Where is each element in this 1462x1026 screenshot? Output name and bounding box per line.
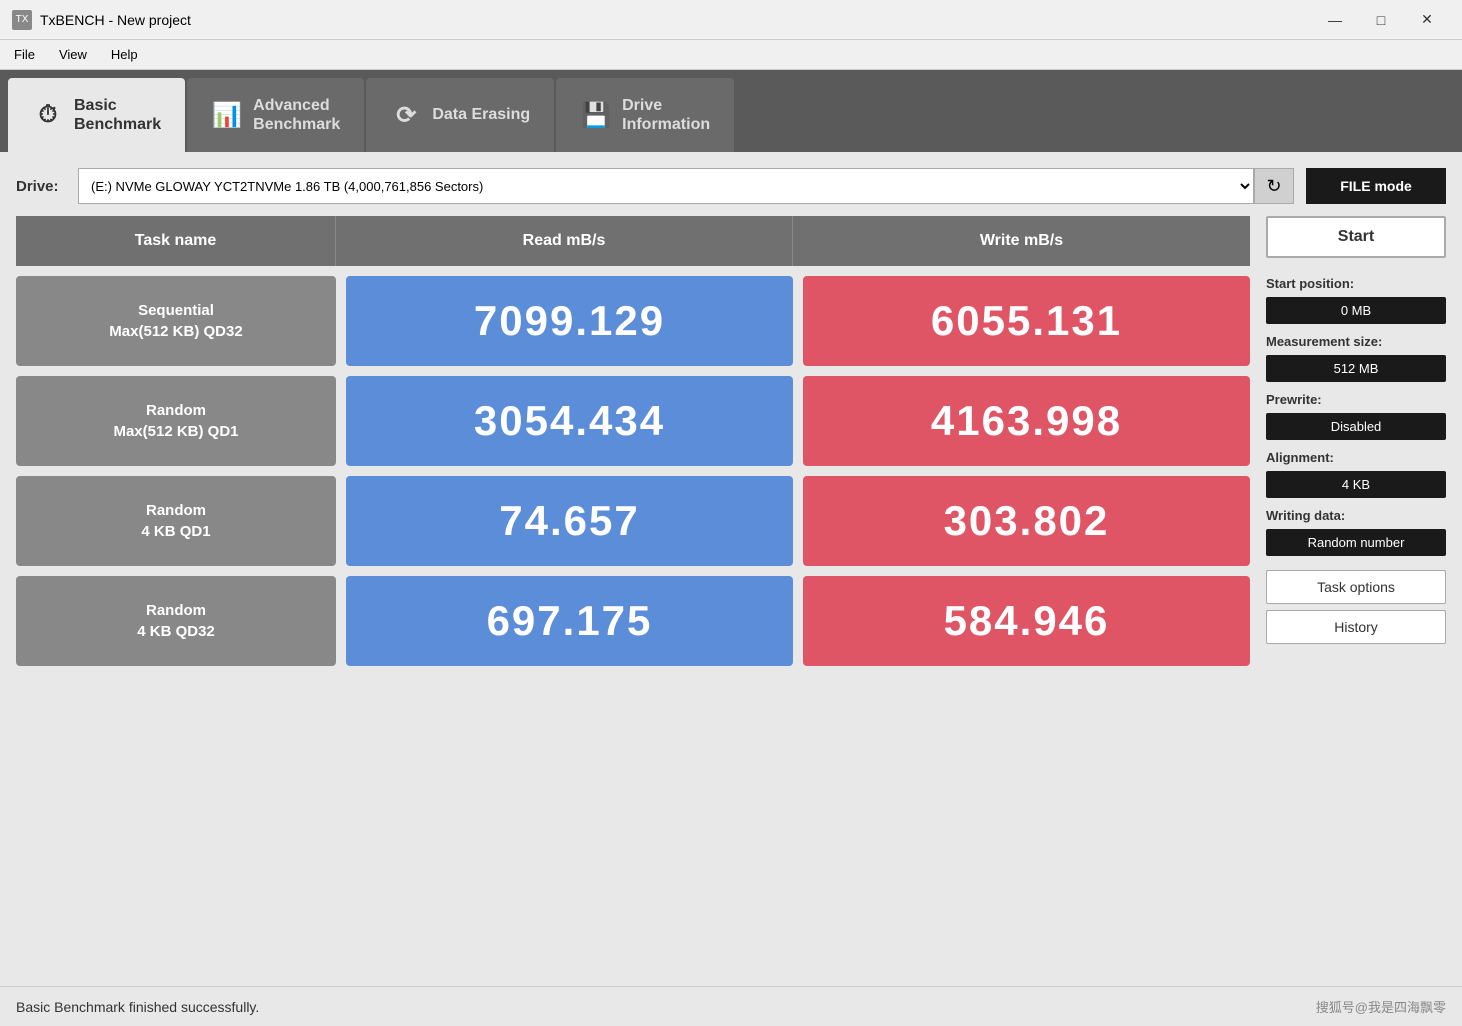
read-value-random-512-qd1: 3054.434 <box>346 376 793 466</box>
drive-select[interactable]: (E:) NVMe GLOWAY YCT2TNVMe 1.86 TB (4,00… <box>78 168 1254 204</box>
tab-drive-label: DriveInformation <box>622 96 710 134</box>
alignment-value: 4 KB <box>1266 471 1446 498</box>
col-read: Read mB/s <box>336 216 793 266</box>
tab-bar: ⏱ BasicBenchmark 📊 AdvancedBenchmark ⟳ D… <box>0 70 1462 152</box>
app-icon: TX <box>12 10 32 30</box>
menu-file[interactable]: File <box>4 43 45 66</box>
status-bar: Basic Benchmark finished successfully. 搜… <box>0 986 1462 1026</box>
status-message: Basic Benchmark finished successfully. <box>16 999 259 1015</box>
tab-basic-benchmark[interactable]: ⏱ BasicBenchmark <box>8 78 185 152</box>
task-name-sequential: SequentialMax(512 KB) QD32 <box>16 276 336 366</box>
start-position-value: 0 MB <box>1266 297 1446 324</box>
task-name-random-512-qd1: RandomMax(512 KB) QD1 <box>16 376 336 466</box>
drive-row: Drive: (E:) NVMe GLOWAY YCT2TNVMe 1.86 T… <box>16 168 1446 204</box>
task-name-random-4k-qd1: Random4 KB QD1 <box>16 476 336 566</box>
writing-data-label: Writing data: <box>1266 508 1446 523</box>
tab-advanced-benchmark[interactable]: 📊 AdvancedBenchmark <box>187 78 364 152</box>
drive-select-wrapper: (E:) NVMe GLOWAY YCT2TNVMe 1.86 TB (4,00… <box>78 168 1294 204</box>
read-value-random-4k-qd32: 697.175 <box>346 576 793 666</box>
tab-advanced-icon: 📊 <box>211 101 243 130</box>
tab-basic-icon: ⏱ <box>32 101 64 129</box>
window-controls: — □ ✕ <box>1312 4 1450 36</box>
menu-help[interactable]: Help <box>101 43 148 66</box>
result-row-2: RandomMax(512 KB) QD1 3054.434 4163.998 <box>16 376 1250 466</box>
read-value-random-4k-qd1: 74.657 <box>346 476 793 566</box>
history-button[interactable]: History <box>1266 610 1446 644</box>
col-task-name: Task name <box>16 216 336 266</box>
tab-basic-label: BasicBenchmark <box>74 96 161 134</box>
tab-data-erasing[interactable]: ⟳ Data Erasing <box>366 78 554 152</box>
watermark: 搜狐号@我是四海飘零 <box>1316 997 1446 1016</box>
prewrite-label: Prewrite: <box>1266 392 1446 407</box>
results-section: Task name Read mB/s Write mB/s Sequentia… <box>16 216 1446 970</box>
start-position-label: Start position: <box>1266 276 1446 291</box>
task-options-button[interactable]: Task options <box>1266 570 1446 604</box>
start-button[interactable]: Start <box>1266 216 1446 258</box>
right-panel: Start Start position: 0 MB Measurement s… <box>1266 216 1446 970</box>
write-value-random-4k-qd32: 584.946 <box>803 576 1250 666</box>
drive-refresh-button[interactable]: ↻ <box>1254 168 1294 204</box>
task-name-random-4k-qd32: Random4 KB QD32 <box>16 576 336 666</box>
minimize-button[interactable]: — <box>1312 4 1358 36</box>
maximize-button[interactable]: □ <box>1358 4 1404 36</box>
prewrite-value: Disabled <box>1266 413 1446 440</box>
table-header: Task name Read mB/s Write mB/s <box>16 216 1250 266</box>
result-row-1: SequentialMax(512 KB) QD32 7099.129 6055… <box>16 276 1250 366</box>
tab-drive-icon: 💾 <box>580 101 612 130</box>
col-write: Write mB/s <box>793 216 1250 266</box>
main-content: Drive: (E:) NVMe GLOWAY YCT2TNVMe 1.86 T… <box>0 152 1462 986</box>
result-row-3: Random4 KB QD1 74.657 303.802 <box>16 476 1250 566</box>
results-table: Task name Read mB/s Write mB/s Sequentia… <box>16 216 1250 970</box>
tab-erase-label: Data Erasing <box>432 105 530 124</box>
measurement-size-value: 512 MB <box>1266 355 1446 382</box>
tab-drive-information[interactable]: 💾 DriveInformation <box>556 78 734 152</box>
file-mode-button[interactable]: FILE mode <box>1306 168 1446 204</box>
result-row-4: Random4 KB QD32 697.175 584.946 <box>16 576 1250 666</box>
title-bar: TX TxBENCH - New project — □ ✕ <box>0 0 1462 40</box>
close-button[interactable]: ✕ <box>1404 4 1450 36</box>
drive-label: Drive: <box>16 178 66 195</box>
tab-advanced-label: AdvancedBenchmark <box>253 96 340 134</box>
menu-view[interactable]: View <box>49 43 97 66</box>
write-value-random-4k-qd1: 303.802 <box>803 476 1250 566</box>
measurement-size-label: Measurement size: <box>1266 334 1446 349</box>
write-value-random-512-qd1: 4163.998 <box>803 376 1250 466</box>
read-value-sequential: 7099.129 <box>346 276 793 366</box>
menu-bar: File View Help <box>0 40 1462 70</box>
app-title: TxBENCH - New project <box>40 12 191 28</box>
write-value-sequential: 6055.131 <box>803 276 1250 366</box>
tab-erase-icon: ⟳ <box>390 101 422 130</box>
title-bar-left: TX TxBENCH - New project <box>12 10 191 30</box>
alignment-label: Alignment: <box>1266 450 1446 465</box>
writing-data-value: Random number <box>1266 529 1446 556</box>
